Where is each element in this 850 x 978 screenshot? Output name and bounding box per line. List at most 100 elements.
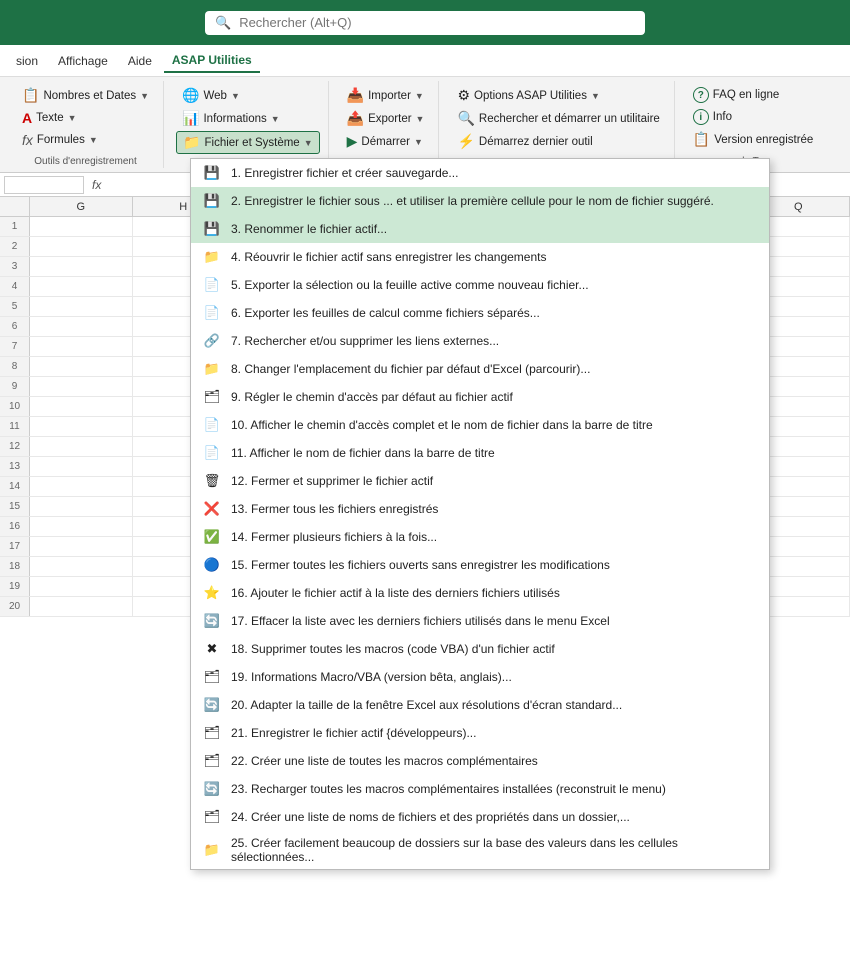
chevron-down-icon: ▼ xyxy=(415,91,424,101)
menu-item-icon: 🗂 xyxy=(201,808,223,826)
spreadsheet-cell[interactable] xyxy=(30,557,133,576)
btn-version[interactable]: 📋 Version enregistrée xyxy=(687,129,820,150)
spreadsheet-cell[interactable] xyxy=(30,537,133,556)
spreadsheet-cell[interactable] xyxy=(30,517,133,536)
menu-item[interactable]: 📄 5. Exporter la sélection ou la feuille … xyxy=(191,271,769,299)
menu-item-sion[interactable]: sion xyxy=(8,50,46,72)
btn-web[interactable]: 🌐 Web ▼ xyxy=(176,85,246,106)
btn-options-asap[interactable]: ⚙ Options ASAP Utilities ▼ xyxy=(451,85,605,106)
menu-item[interactable]: 📄6. Exporter les feuilles de calcul comm… xyxy=(191,299,769,327)
menu-item-icon: 📁 xyxy=(201,841,223,859)
btn-exporter[interactable]: 📤 Exporter ▼ xyxy=(341,108,431,129)
menu-item-icon: 📄 xyxy=(201,444,223,462)
folder-icon: 📁 xyxy=(183,134,200,151)
menu-item[interactable]: 🔄17. Effacer la liste avec les derniers … xyxy=(191,607,769,635)
btn-faq[interactable]: ? FAQ en ligne xyxy=(687,85,785,105)
menu-item-text: 21. Enregistrer le fichier actif {dévelo… xyxy=(231,726,759,740)
btn-formules[interactable]: fx Formules ▼ xyxy=(16,130,104,150)
spreadsheet-cell[interactable] xyxy=(30,257,133,276)
menu-item-text: 7. Rechercher et/ou supprimer les liens … xyxy=(231,334,759,348)
menu-item[interactable]: 📄10. Afficher le chemin d'accès complet … xyxy=(191,411,769,439)
spreadsheet-cell[interactable] xyxy=(30,317,133,336)
menu-item-text: 22. Créer une liste de toutes les macros… xyxy=(231,754,759,768)
menu-item[interactable]: ⭐ 16. Ajouter le fichier actif à la liste… xyxy=(191,579,769,607)
spreadsheet-cell[interactable] xyxy=(30,377,133,396)
spreadsheet-cell[interactable] xyxy=(30,437,133,456)
spreadsheet-cell[interactable] xyxy=(30,337,133,356)
menu-bar: sion Affichage Aide ASAP Utilities xyxy=(0,45,850,77)
menu-item-text: 23. Recharger toutes les macros compléme… xyxy=(231,782,759,796)
menu-item[interactable]: ✖18. Supprimer toutes les macros (code V… xyxy=(191,635,769,663)
info-icon: i xyxy=(693,109,709,125)
menu-item-icon: 💾 xyxy=(201,220,223,238)
menu-item[interactable]: ❌13. Fermer tous les fichiers enregistré… xyxy=(191,495,769,523)
menu-item-aide[interactable]: Aide xyxy=(120,50,160,72)
spreadsheet-cell[interactable] xyxy=(30,497,133,516)
menu-item[interactable]: 📁4. Réouvrir le fichier actif sans enreg… xyxy=(191,243,769,271)
menu-item[interactable]: 🗂 22. Créer une liste de toutes les macro… xyxy=(191,747,769,775)
menu-item[interactable]: 📁8. Changer l'emplacement du fichier par… xyxy=(191,355,769,383)
menu-item[interactable]: 🔄20. Adapter la taille de la fenêtre Exc… xyxy=(191,691,769,719)
menu-item[interactable]: 📄11. Afficher le nom de fichier dans la … xyxy=(191,439,769,467)
menu-item-icon: 📄 xyxy=(201,416,223,434)
spreadsheet-cell[interactable] xyxy=(30,277,133,296)
spreadsheet-cell[interactable] xyxy=(30,577,133,596)
menu-item[interactable]: 🗂21. Enregistrer le fichier actif {dével… xyxy=(191,719,769,747)
ribbon-group-import: 📥 Importer ▼ 📤 Exporter ▼ ▶ Démarrer ▼ xyxy=(333,81,440,168)
btn-info[interactable]: i Info xyxy=(687,107,738,127)
btn-rechercher-utilitaire[interactable]: 🔍 Rechercher et démarrer un utilitaire xyxy=(451,108,665,129)
menu-item[interactable]: 🗂 9. Régler le chemin d'accès par défaut … xyxy=(191,383,769,411)
menu-item[interactable]: 🗂24. Créer une liste de noms de fichiers… xyxy=(191,803,769,831)
name-box[interactable] xyxy=(4,176,84,194)
menu-item-icon: 🗂 xyxy=(201,752,223,770)
menu-item-icon: 🗑 xyxy=(201,472,223,490)
menu-item-text: 3. Renommer le fichier actif... xyxy=(231,222,759,236)
btn-texte[interactable]: A Texte ▼ xyxy=(16,108,83,128)
ribbon-group-faq: ? FAQ en ligne i Info 📋 Version enregist… xyxy=(679,81,828,168)
menu-item-text: 5. Exporter la sélection ou la feuille a… xyxy=(231,278,759,292)
menu-item-text: 9. Régler le chemin d'accès par défaut a… xyxy=(231,390,759,404)
version-icon: 📋 xyxy=(693,131,710,148)
menu-item-affichage[interactable]: Affichage xyxy=(50,50,116,72)
menu-item[interactable]: 🔄23. Recharger toutes les macros complém… xyxy=(191,775,769,803)
spreadsheet-cell[interactable] xyxy=(30,217,133,236)
search-input[interactable] xyxy=(239,15,635,30)
menu-item-text: 4. Réouvrir le fichier actif sans enregi… xyxy=(231,250,759,264)
menu-item-text: 12. Fermer et supprimer le fichier actif xyxy=(231,474,759,488)
menu-item[interactable]: 💾2. Enregistrer le fichier sous ... et u… xyxy=(191,187,769,215)
menu-item-asap[interactable]: ASAP Utilities xyxy=(164,49,260,73)
spreadsheet-cell[interactable] xyxy=(30,357,133,376)
menu-item[interactable]: 💾1. Enregistrer fichier et créer sauvega… xyxy=(191,159,769,187)
menu-item-icon: ⭐ xyxy=(201,584,223,602)
spreadsheet-cell[interactable] xyxy=(30,237,133,256)
menu-item-text: 16. Ajouter le fichier actif à la liste … xyxy=(231,586,759,600)
menu-item-icon: 🗂 xyxy=(201,388,223,406)
import-icon: 📥 xyxy=(347,87,364,104)
btn-importer[interactable]: 📥 Importer ▼ xyxy=(341,85,430,106)
btn-nombres-dates[interactable]: 📋 Nombres et Dates ▼ xyxy=(16,85,155,106)
menu-item[interactable]: ✅14. Fermer plusieurs fichiers à la fois… xyxy=(191,523,769,551)
chevron-down-icon: ▼ xyxy=(304,138,313,148)
menu-item-icon: ✅ xyxy=(201,528,223,546)
spreadsheet-cell[interactable] xyxy=(30,417,133,436)
menu-item[interactable]: 💾 3. Renommer le fichier actif... xyxy=(191,215,769,243)
menu-item-text: 1. Enregistrer fichier et créer sauvegar… xyxy=(231,166,759,180)
btn-informations[interactable]: 📊 Informations ▼ xyxy=(176,108,286,129)
btn-dernier-outil[interactable]: ⚡ Démarrez dernier outil xyxy=(451,131,598,152)
btn-demarrer[interactable]: ▶ Démarrer ▼ xyxy=(341,131,429,152)
menu-item[interactable]: 🔗7. Rechercher et/ou supprimer les liens… xyxy=(191,327,769,355)
spreadsheet-cell[interactable] xyxy=(30,297,133,316)
menu-item[interactable]: 🔵15. Fermer toutes les fichiers ouverts … xyxy=(191,551,769,579)
menu-item[interactable]: 🗑 12. Fermer et supprimer le fichier acti… xyxy=(191,467,769,495)
spreadsheet-cell[interactable] xyxy=(30,397,133,416)
menu-item-icon: 📄 xyxy=(201,276,223,294)
info-grid-icon: 📊 xyxy=(182,110,199,127)
chevron-down-icon: ▼ xyxy=(89,135,98,145)
spreadsheet-cell[interactable] xyxy=(30,597,133,616)
menu-item[interactable]: 📁25. Créer facilement beaucoup de dossie… xyxy=(191,831,769,869)
numbers-icon: 📋 xyxy=(22,87,39,104)
menu-item[interactable]: 🗂19. Informations Macro/VBA (version bêt… xyxy=(191,663,769,691)
btn-fichier-systeme[interactable]: 📁 Fichier et Système ▼ xyxy=(176,131,320,154)
spreadsheet-cell[interactable] xyxy=(30,457,133,476)
spreadsheet-cell[interactable] xyxy=(30,477,133,496)
